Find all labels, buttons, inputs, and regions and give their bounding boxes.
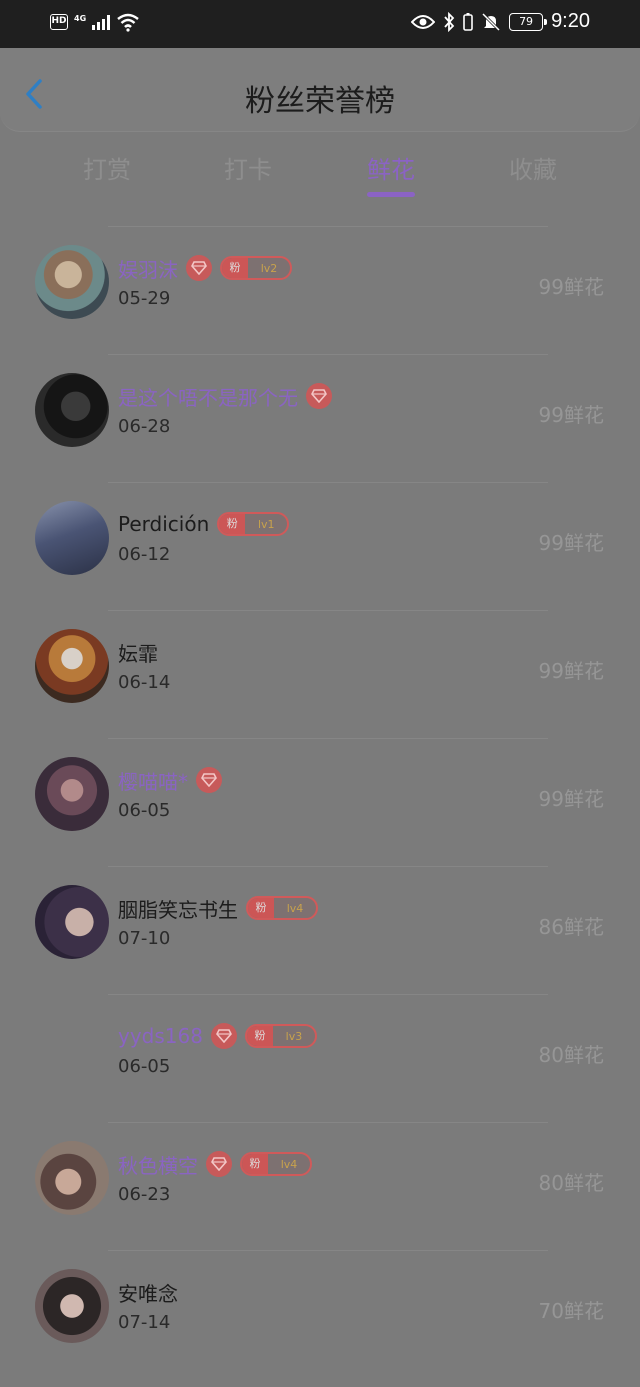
fan-name: 娱羽沫 bbox=[118, 257, 178, 282]
list-item[interactable]: 樱喵喵* 06-05 99鲜花 bbox=[0, 738, 640, 866]
fan-name: 是这个唔不是那个无 bbox=[118, 385, 298, 410]
fan-level-badge: 粉 lv3 bbox=[244, 1024, 317, 1048]
diamond-vip-icon bbox=[306, 383, 332, 409]
fan-name: 安唯念 bbox=[118, 1281, 178, 1306]
bluetooth-icon bbox=[444, 11, 455, 32]
avatar[interactable] bbox=[35, 245, 109, 319]
flower-count: 80鲜花 bbox=[538, 1171, 604, 1195]
fan-list: 娱羽沫 粉 lv2 05-29 99鲜花 是这个唔不是那个无 06-28 99鲜花… bbox=[0, 226, 640, 1378]
flower-count: 80鲜花 bbox=[538, 1043, 604, 1067]
fan-date: 07-10 bbox=[118, 928, 171, 949]
fan-name: 樱喵喵* bbox=[118, 769, 188, 794]
avatar[interactable] bbox=[35, 885, 109, 959]
diamond-vip-icon bbox=[186, 255, 212, 281]
tab-flowers[interactable]: 鲜花 bbox=[336, 150, 446, 185]
avatar[interactable] bbox=[35, 1269, 109, 1343]
page-title: 粉丝荣誉榜 bbox=[245, 84, 395, 119]
avatar[interactable] bbox=[35, 757, 109, 831]
avatar[interactable] bbox=[35, 373, 109, 447]
tab-bar: 打赏 打卡 鲜花 收藏 bbox=[0, 140, 640, 204]
hd-icon: HD bbox=[50, 14, 68, 30]
flower-count: 99鲜花 bbox=[538, 659, 604, 683]
network-type: 4G bbox=[74, 13, 87, 23]
diamond-vip-icon bbox=[210, 1023, 237, 1049]
fan-date: 06-28 bbox=[118, 416, 171, 437]
list-item[interactable]: 秋色横空 粉 lv4 06-23 80鲜花 bbox=[0, 1122, 640, 1250]
flower-count: 99鲜花 bbox=[538, 275, 604, 299]
avatar[interactable] bbox=[35, 1141, 109, 1215]
list-item[interactable]: 是这个唔不是那个无 06-28 99鲜花 bbox=[0, 354, 640, 482]
diamond-vip-icon bbox=[196, 767, 222, 793]
wifi-icon bbox=[117, 13, 139, 32]
fan-name: 秋色横空 bbox=[118, 1153, 198, 1178]
fan-date: 06-23 bbox=[118, 1184, 171, 1205]
avatar[interactable] bbox=[35, 629, 109, 703]
list-item[interactable]: Perdición 粉 lv1 06-12 99鲜花 bbox=[0, 482, 640, 610]
fan-name: 妘霏 bbox=[118, 641, 158, 666]
tab-collect[interactable]: 收藏 bbox=[478, 150, 588, 185]
diamond-vip-icon bbox=[206, 1151, 232, 1177]
fan-date: 06-14 bbox=[118, 672, 171, 693]
flower-count: 99鲜花 bbox=[538, 403, 604, 427]
fan-date: 06-05 bbox=[118, 800, 171, 821]
avatar[interactable] bbox=[35, 501, 109, 575]
clock: 9:20 bbox=[551, 10, 590, 32]
status-bar: HD 4G 79 9:20 bbox=[0, 0, 640, 48]
flower-count: 70鲜花 bbox=[538, 1299, 604, 1323]
fan-name: 胭脂笑忘书生 bbox=[118, 897, 238, 922]
list-item[interactable]: yyds168 粉 lv3 06-05 80鲜花 bbox=[0, 994, 640, 1122]
header: 粉丝荣誉榜 bbox=[0, 48, 640, 132]
fan-level-badge: 粉 lv2 bbox=[220, 256, 292, 280]
fan-date: 07-14 bbox=[118, 1312, 171, 1333]
flower-count: 86鲜花 bbox=[538, 915, 604, 939]
list-item[interactable]: 安唯念 07-14 70鲜花 bbox=[0, 1250, 640, 1378]
flower-count: 99鲜花 bbox=[538, 787, 604, 811]
list-item[interactable]: 娱羽沫 粉 lv2 05-29 99鲜花 bbox=[0, 226, 640, 354]
fan-date: 05-29 bbox=[118, 288, 171, 309]
fan-level-badge: 粉 lv4 bbox=[240, 1152, 312, 1176]
fan-name: Perdición bbox=[118, 512, 210, 536]
tab-checkin[interactable]: 打卡 bbox=[193, 150, 303, 185]
fan-level-badge: 粉 lv4 bbox=[246, 896, 318, 920]
tab-reward[interactable]: 打赏 bbox=[52, 150, 162, 185]
fan-date: 06-05 bbox=[118, 1056, 171, 1077]
eye-icon bbox=[411, 14, 436, 29]
fan-date: 06-12 bbox=[118, 544, 171, 565]
signal-icon bbox=[92, 14, 111, 30]
flower-count: 99鲜花 bbox=[538, 531, 604, 555]
active-tab-indicator bbox=[367, 192, 415, 197]
mute-bell-icon bbox=[482, 12, 501, 31]
fan-level-badge: 粉 lv1 bbox=[217, 512, 290, 536]
battery-icon: 79 bbox=[509, 12, 548, 31]
fan-name: yyds168 bbox=[118, 1024, 203, 1048]
list-item[interactable]: 妘霏 06-14 99鲜花 bbox=[0, 610, 640, 738]
list-item[interactable]: 胭脂笑忘书生 粉 lv4 07-10 86鲜花 bbox=[0, 866, 640, 994]
phone-battery-icon bbox=[463, 12, 473, 31]
